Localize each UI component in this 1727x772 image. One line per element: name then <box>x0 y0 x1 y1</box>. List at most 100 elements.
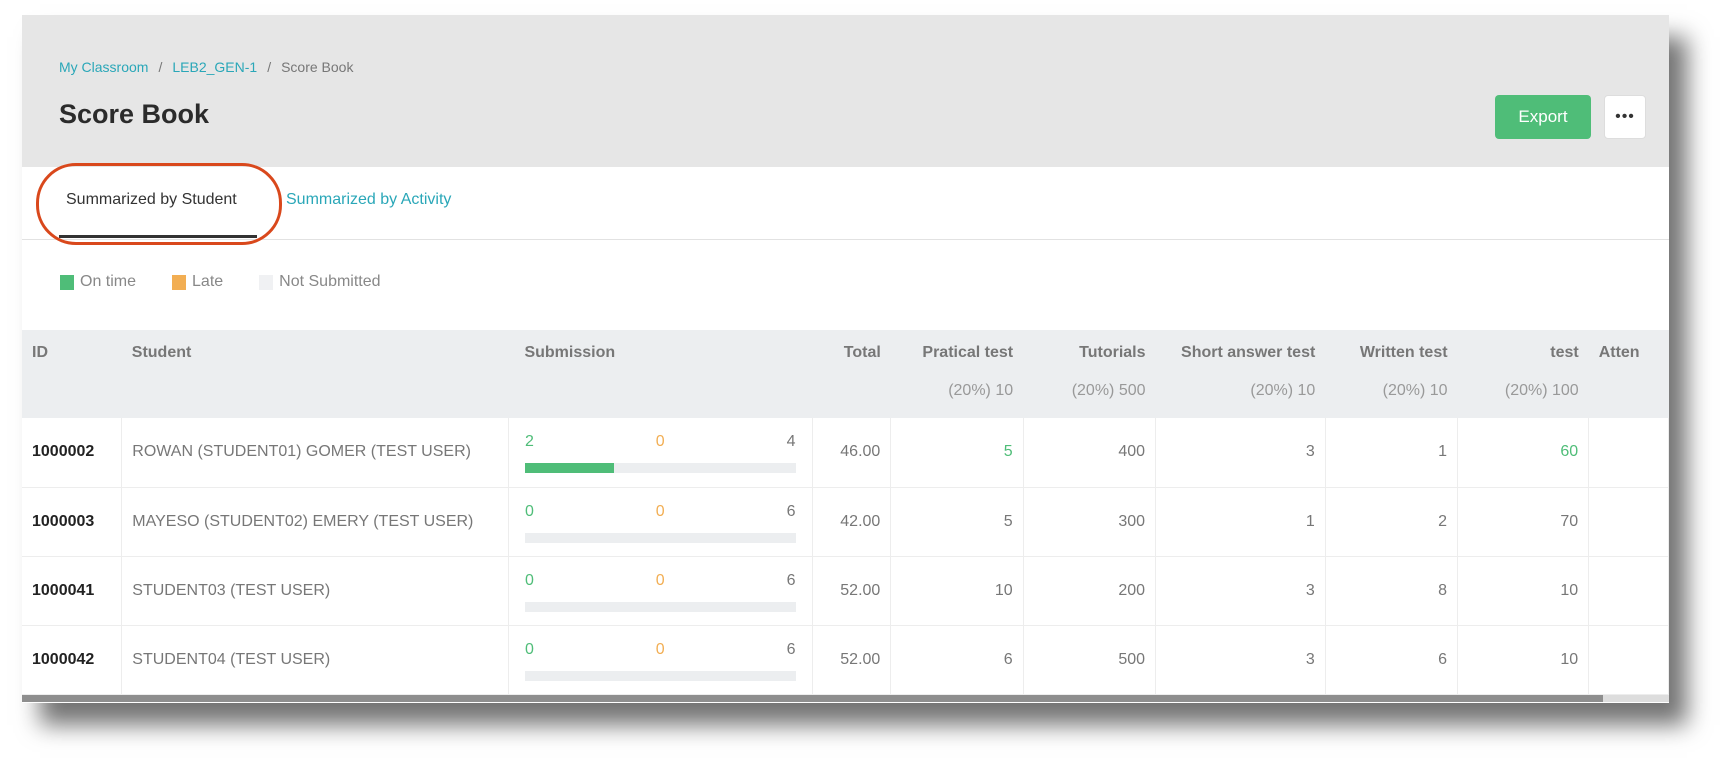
annotation-circle <box>36 163 282 245</box>
activity-score[interactable]: 300 <box>1023 487 1157 557</box>
activity-score[interactable]: 3 <box>1155 418 1326 488</box>
table-header-row: ID Student Submission Total Pratical tes… <box>22 330 1669 418</box>
activity-name: Written test <box>1359 344 1448 361</box>
activity-score[interactable]: 200 <box>1023 556 1157 626</box>
activity-score[interactable]: 500 <box>1023 625 1157 695</box>
activity-score[interactable]: 10 <box>1457 625 1590 695</box>
late-count: 0 <box>655 502 665 520</box>
late-count: 0 <box>655 571 665 589</box>
not-submitted-count: 6 <box>786 502 796 520</box>
column-header-activity[interactable]: Atten <box>1588 330 1669 418</box>
column-header-id[interactable]: ID <box>22 330 122 418</box>
on-time-count: 0 <box>524 640 534 658</box>
late-swatch <box>172 274 187 290</box>
table-row[interactable]: 1000042 STUDENT04 (TEST USER) 0 0 6 52.0… <box>22 625 1669 695</box>
column-header-activity[interactable]: Pratical test (20%) 10 <box>890 330 1024 418</box>
not-submitted-count: 4 <box>786 433 796 451</box>
column-header-total[interactable]: Total <box>812 330 891 418</box>
submission-cell: 0 0 6 <box>508 556 813 626</box>
submission-progress-bar <box>524 463 796 474</box>
column-header-activity[interactable]: Written test (20%) 10 <box>1325 330 1458 418</box>
student-name[interactable]: STUDENT03 (TEST USER) <box>121 556 509 626</box>
activity-score[interactable]: 1 <box>1155 487 1326 557</box>
breadcrumb-course[interactable]: LEB2_GEN-1 <box>172 59 257 75</box>
submission-cell: 0 0 6 <box>508 625 813 695</box>
column-header-activity[interactable]: test (20%) 100 <box>1457 330 1589 418</box>
scrollbar-thumb[interactable] <box>22 695 1604 702</box>
breadcrumb-separator: / <box>158 59 163 75</box>
activity-score[interactable]: 5 <box>890 418 1024 488</box>
more-options-button[interactable]: ••• <box>1604 95 1646 139</box>
student-name[interactable]: ROWAN (STUDENT01) GOMER (TEST USER) <box>121 418 509 488</box>
on-time-count: 0 <box>524 571 534 589</box>
activity-score[interactable]: 3 <box>1155 556 1326 626</box>
activity-score[interactable]: 3 <box>1155 625 1326 695</box>
table-row[interactable]: 1000002 ROWAN (STUDENT01) GOMER (TEST US… <box>22 418 1669 488</box>
late-count: 0 <box>655 433 665 451</box>
not-submitted-count: 6 <box>786 571 796 589</box>
submission-progress-bar <box>524 532 796 543</box>
activity-score[interactable] <box>1588 418 1669 488</box>
activity-score[interactable]: 60 <box>1457 418 1590 488</box>
activity-score[interactable]: 2 <box>1325 487 1459 557</box>
student-id: 1000042 <box>22 625 123 695</box>
table-row[interactable]: 1000041 STUDENT03 (TEST USER) 0 0 6 52.0… <box>22 556 1669 626</box>
student-name[interactable]: STUDENT04 (TEST USER) <box>121 625 509 695</box>
total-score: 46.00 <box>812 418 892 488</box>
activity-score[interactable]: 6 <box>890 625 1024 695</box>
activity-weight: (20%) 10 <box>1382 382 1448 399</box>
total-score: 42.00 <box>812 487 892 557</box>
legend-label: Late <box>192 273 224 290</box>
late-count: 0 <box>655 640 665 658</box>
submission-progress-bar <box>524 670 796 681</box>
score-table: ID Student Submission Total Pratical tes… <box>22 330 1669 695</box>
submission-cell: 0 0 6 <box>508 487 813 557</box>
activity-weight: (20%) 10 <box>948 382 1014 399</box>
column-header-activity[interactable]: Tutorials (20%) 500 <box>1023 330 1156 418</box>
column-header-student[interactable]: Student <box>121 330 509 418</box>
not-submitted-swatch <box>259 274 274 290</box>
activity-score[interactable] <box>1588 487 1669 557</box>
activity-score[interactable]: 10 <box>1457 556 1590 626</box>
table-row[interactable]: 1000003 MAYESO (STUDENT02) EMERY (TEST U… <box>22 487 1669 557</box>
breadcrumb-separator: / <box>267 59 272 75</box>
activity-score[interactable]: 6 <box>1325 625 1459 695</box>
breadcrumb-current: Score Book <box>281 59 354 75</box>
submission-cell: 2 0 4 <box>508 418 813 488</box>
student-name[interactable]: MAYESO (STUDENT02) EMERY (TEST USER) <box>121 487 509 557</box>
legend-on-time: On time <box>60 273 136 291</box>
activity-score[interactable]: 400 <box>1023 418 1157 488</box>
legend-label: On time <box>80 273 137 290</box>
activity-score[interactable]: 10 <box>890 556 1024 626</box>
activity-weight: (20%) 10 <box>1250 382 1316 399</box>
legend: On time Late Not Submitted <box>60 273 381 291</box>
breadcrumb-my-classroom[interactable]: My Classroom <box>59 59 148 75</box>
on-time-fill <box>524 463 615 474</box>
page-header: My Classroom / LEB2_GEN-1 / Score Book Score… <box>22 15 1669 167</box>
activity-score[interactable] <box>1588 625 1669 695</box>
not-submitted-count: 6 <box>786 640 796 658</box>
total-score: 52.00 <box>812 556 892 626</box>
activity-score[interactable]: 70 <box>1457 487 1590 557</box>
activity-weight: (20%) 500 <box>1071 382 1146 399</box>
ellipsis-icon: ••• <box>1615 108 1635 125</box>
tab-summarized-by-activity[interactable]: Summarized by Activity <box>286 191 451 209</box>
horizontal-scrollbar[interactable] <box>22 695 1669 702</box>
student-id: 1000041 <box>22 556 123 626</box>
column-header-activity[interactable]: Short answer test (20%) 10 <box>1155 330 1326 418</box>
on-time-swatch <box>60 274 74 290</box>
submission-progress-bar <box>524 601 796 612</box>
activity-score[interactable] <box>1588 556 1669 626</box>
export-button[interactable]: Export <box>1495 95 1591 139</box>
student-id: 1000002 <box>22 418 123 488</box>
legend-late: Late <box>172 273 223 291</box>
column-header-submission[interactable]: Submission <box>508 330 813 418</box>
legend-not-submitted: Not Submitted <box>259 273 381 291</box>
activity-name: Pratical test <box>922 344 1014 361</box>
activity-score[interactable]: 8 <box>1325 556 1459 626</box>
activity-score[interactable]: 1 <box>1325 418 1459 488</box>
activity-name: Tutorials <box>1079 344 1146 361</box>
activity-score[interactable]: 5 <box>890 487 1024 557</box>
legend-label: Not Submitted <box>279 273 381 290</box>
activity-name: test <box>1550 344 1579 361</box>
